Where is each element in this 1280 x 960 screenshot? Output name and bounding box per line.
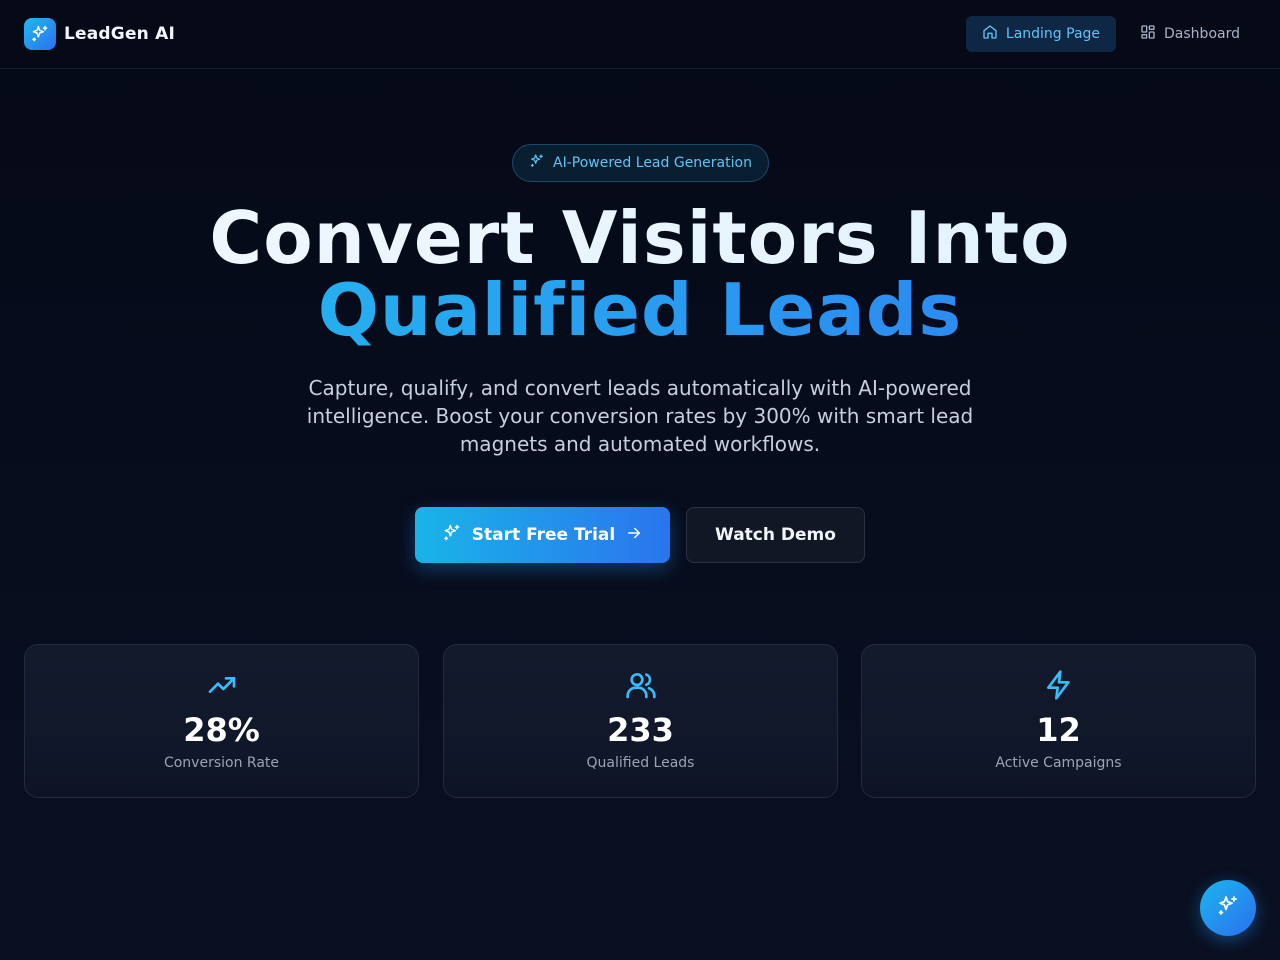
brand-name: LeadGen AI (64, 24, 175, 44)
ai-assistant-button[interactable] (1200, 880, 1256, 936)
lightning-icon (862, 669, 1255, 701)
nav-label: Landing Page (1005, 26, 1101, 42)
hero-title-line1: Convert Visitors Into (0, 202, 1280, 274)
start-free-trial-label: Start Free Trial (471, 525, 616, 545)
stat-label: Active Campaigns (995, 755, 1122, 771)
home-icon (982, 24, 998, 44)
hero-title-line2: Qualified Leads (0, 274, 1280, 346)
main-nav: Landing Page Dashboard (965, 16, 1256, 52)
hero-title: Convert Visitors Into Qualified Leads (0, 202, 1280, 346)
stat-card-conversion-rate: 28% Conversion Rate (24, 644, 419, 798)
stat-label: Conversion Rate (163, 755, 280, 771)
sparkles-icon (1216, 894, 1240, 922)
stat-value: 28% (183, 711, 260, 749)
stat-card-qualified-leads: 233 Qualified Leads (443, 644, 838, 798)
watch-demo-button[interactable]: Watch Demo (686, 507, 865, 563)
grid-icon (1140, 24, 1156, 44)
hero-subtitle: Capture, qualify, and convert leads auto… (306, 376, 974, 456)
users-icon (444, 669, 837, 701)
badge-text: AI-Powered Lead Generation (553, 155, 752, 171)
watch-demo-label: Watch Demo (715, 525, 836, 545)
arrow-right-icon (625, 524, 643, 547)
start-free-trial-button[interactable]: Start Free Trial (415, 507, 670, 563)
stat-value: 233 (607, 711, 674, 749)
stat-label: Qualified Leads (586, 755, 695, 771)
top-bar: LeadGen AI Landing Page Dashboard (0, 0, 1280, 69)
hero-badge: AI-Powered Lead Generation (512, 144, 769, 182)
nav-dashboard[interactable]: Dashboard (1124, 16, 1256, 52)
stat-value: 12 (1036, 711, 1081, 749)
nav-landing-page[interactable]: Landing Page (965, 16, 1117, 52)
sparkles-icon (529, 153, 545, 173)
sparkles-icon (442, 523, 462, 548)
trending-up-icon (25, 669, 418, 701)
nav-label: Dashboard (1164, 26, 1240, 42)
sparkles-icon (24, 18, 56, 50)
stat-card-active-campaigns: 12 Active Campaigns (861, 644, 1256, 798)
brand[interactable]: LeadGen AI (24, 18, 175, 50)
